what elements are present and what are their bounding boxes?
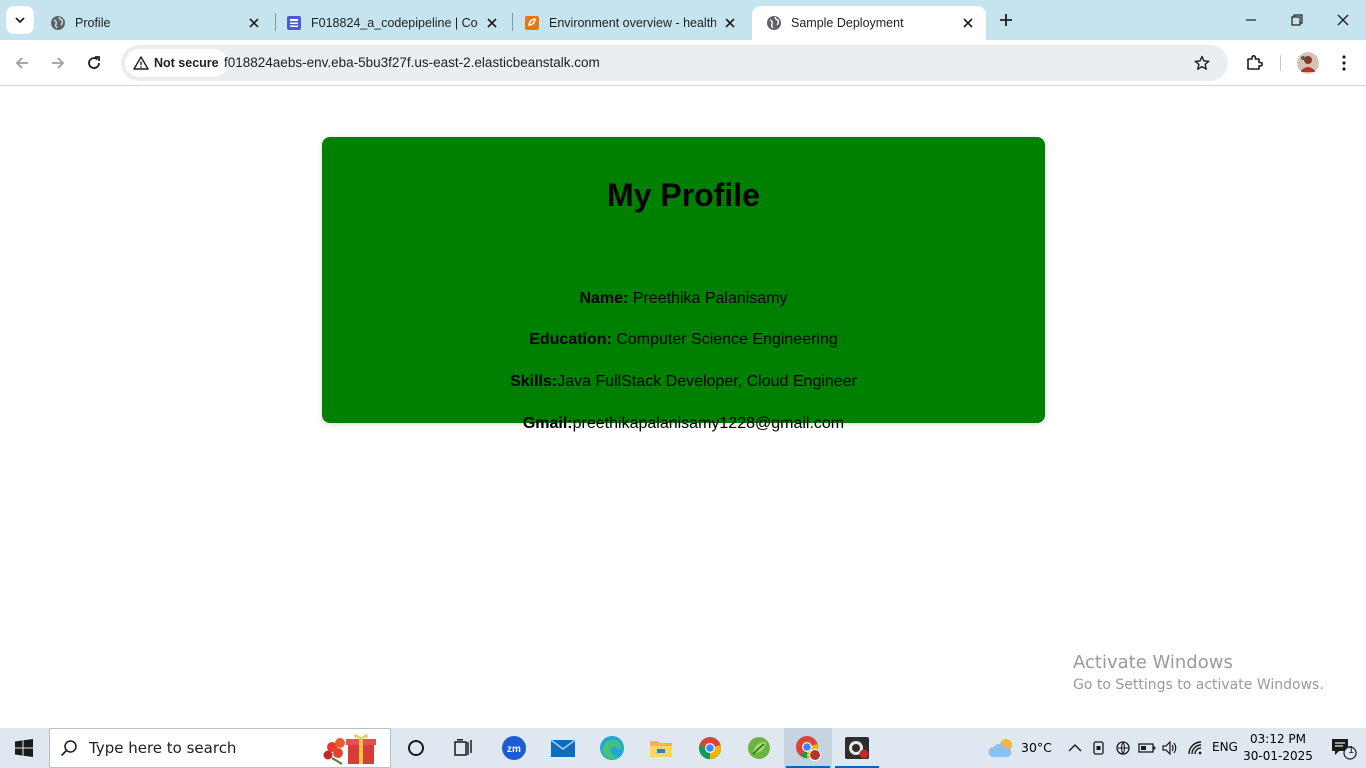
clock-date: 30-01-2025 bbox=[1243, 749, 1313, 763]
close-icon[interactable] bbox=[246, 15, 262, 31]
wifi-icon[interactable] bbox=[1186, 738, 1206, 758]
profile-card: My Profile Name: Preethika Palanisamy Ed… bbox=[322, 137, 1045, 432]
mail-icon[interactable] bbox=[539, 728, 587, 768]
field-value: preethikapalanisamy1228@gmail.com bbox=[572, 415, 845, 432]
close-icon[interactable] bbox=[484, 15, 500, 31]
restore-button[interactable] bbox=[1274, 0, 1320, 40]
globe-icon bbox=[50, 15, 66, 31]
windows-logo-icon bbox=[15, 739, 33, 757]
cortana-icon[interactable] bbox=[392, 728, 440, 768]
bookmark-star-icon[interactable] bbox=[1192, 53, 1212, 73]
browser-toolbar: Not secure f018824aebs-env.eba-5bu3f27f.… bbox=[0, 40, 1366, 86]
activate-windows-subtitle: Go to Settings to activate Windows. bbox=[1073, 677, 1324, 693]
tab-strip: Profile F018824_a_codepipeline | CodePip… bbox=[0, 0, 1366, 40]
zoom-icon[interactable]: zm bbox=[490, 728, 538, 768]
input-language[interactable]: ENG bbox=[1212, 740, 1238, 754]
profile-field-education: Education: Computer Science Engineering bbox=[322, 331, 1045, 349]
minimize-button[interactable] bbox=[1228, 0, 1274, 40]
system-clock[interactable]: 03:12 PM 30-01-2025 bbox=[1238, 731, 1318, 765]
close-window-button[interactable] bbox=[1320, 0, 1366, 40]
svg-text:zm: zm bbox=[507, 744, 521, 755]
volume-icon[interactable] bbox=[1160, 738, 1180, 758]
notification-count-badge: 1 bbox=[1347, 745, 1355, 756]
windows-taskbar: Type here to search zm 30°C ENG 03:12 PM… bbox=[0, 728, 1366, 768]
page-viewport: My Profile Name: Preethika Palanisamy Ed… bbox=[0, 87, 1366, 728]
profile-field-skills: Skills:Java FullStack Developer, Cloud E… bbox=[322, 373, 1045, 391]
puzzle-icon bbox=[1247, 55, 1263, 70]
field-value: Computer Science Engineering bbox=[611, 331, 838, 348]
task-view-icon[interactable] bbox=[440, 728, 488, 768]
edge-icon[interactable] bbox=[588, 728, 636, 768]
restore-icon bbox=[1291, 14, 1303, 26]
reload-button[interactable] bbox=[78, 47, 110, 79]
meet-now-icon[interactable] bbox=[1089, 738, 1109, 758]
search-placeholder: Type here to search bbox=[89, 739, 237, 757]
page-title: My Profile bbox=[607, 177, 760, 213]
field-label: Skills: bbox=[510, 373, 558, 390]
terminal-icon[interactable] bbox=[833, 728, 881, 768]
address-bar[interactable]: Not secure f018824aebs-env.eba-5bu3f27f.… bbox=[121, 45, 1228, 81]
field-label: Gmail: bbox=[522, 415, 573, 432]
file-explorer-icon[interactable] bbox=[637, 728, 685, 768]
tab-elastic-beanstalk[interactable]: Environment overview - health | Elastic … bbox=[510, 6, 748, 40]
search-highlight-gift-icon bbox=[318, 732, 382, 766]
clock-time: 03:12 PM bbox=[1250, 732, 1306, 746]
chevron-down-icon bbox=[15, 17, 25, 24]
close-icon[interactable] bbox=[722, 15, 738, 31]
tab-sample-deployment[interactable]: Sample Deployment bbox=[752, 6, 986, 40]
battery-icon[interactable] bbox=[1137, 738, 1157, 758]
forward-button[interactable] bbox=[42, 47, 74, 79]
chrome-icon[interactable] bbox=[686, 728, 734, 768]
network-status-icon[interactable] bbox=[1113, 738, 1133, 758]
weather-temperature[interactable]: 30°C bbox=[1021, 740, 1052, 755]
security-chip[interactable]: Not secure bbox=[125, 49, 228, 77]
field-label: Name: bbox=[579, 290, 629, 307]
weather-cloud-icon[interactable] bbox=[988, 736, 1016, 760]
reload-icon bbox=[88, 56, 100, 69]
activate-windows-title: Activate Windows bbox=[1073, 652, 1233, 673]
extensions-button[interactable] bbox=[1242, 51, 1266, 75]
tab-title: Sample Deployment bbox=[791, 16, 904, 30]
tab-codepipeline[interactable]: F018824_a_codepipeline | CodePipeline bbox=[272, 6, 510, 40]
plus-icon bbox=[1000, 14, 1012, 26]
field-value: Preethika Palanisamy bbox=[628, 290, 788, 307]
codepipeline-icon bbox=[286, 15, 302, 31]
close-icon bbox=[1337, 14, 1349, 26]
search-icon bbox=[60, 738, 80, 758]
tab-title: Profile bbox=[75, 16, 111, 30]
toolbar-divider bbox=[1280, 55, 1281, 71]
profile-avatar[interactable] bbox=[1297, 52, 1319, 74]
chrome-profile-icon[interactable] bbox=[784, 728, 832, 768]
start-button[interactable] bbox=[0, 728, 48, 768]
notification-center-button[interactable]: 1 bbox=[1320, 728, 1366, 768]
warning-icon bbox=[133, 55, 149, 71]
tab-title: F018824_a_codepipeline | CodePipeline bbox=[311, 16, 478, 30]
globe-icon bbox=[766, 15, 782, 31]
field-value: Java FullStack Developer, Cloud Engineer bbox=[557, 373, 857, 390]
tab-profile[interactable]: Profile bbox=[36, 6, 272, 40]
profile-field-gmail: Gmail:preethikapalanisamy1228@gmail.com bbox=[322, 415, 1045, 433]
beanstalk-icon bbox=[524, 15, 540, 31]
profile-field-name: Name: Preethika Palanisamy bbox=[322, 290, 1045, 308]
minimize-icon bbox=[1246, 19, 1256, 21]
new-tab-button[interactable] bbox=[994, 8, 1018, 32]
spring-tool-suite-icon[interactable] bbox=[735, 728, 783, 768]
chevron-up-icon[interactable] bbox=[1065, 738, 1085, 758]
security-label: Not secure bbox=[154, 56, 219, 70]
arrow-left-icon bbox=[15, 57, 28, 69]
tab-title: Environment overview - health | Elastic … bbox=[549, 16, 716, 30]
arrow-right-icon bbox=[52, 57, 65, 69]
close-icon[interactable] bbox=[960, 15, 976, 31]
kebab-menu-icon bbox=[1342, 55, 1346, 71]
tab-search-button[interactable] bbox=[6, 6, 34, 34]
back-button[interactable] bbox=[6, 47, 38, 79]
field-label: Education: bbox=[529, 331, 612, 348]
taskbar-search-box[interactable]: Type here to search bbox=[49, 728, 391, 768]
browser-menu-button[interactable] bbox=[1334, 51, 1354, 75]
url-text[interactable]: f018824aebs-env.eba-5bu3f27f.us-east-2.e… bbox=[224, 45, 600, 81]
